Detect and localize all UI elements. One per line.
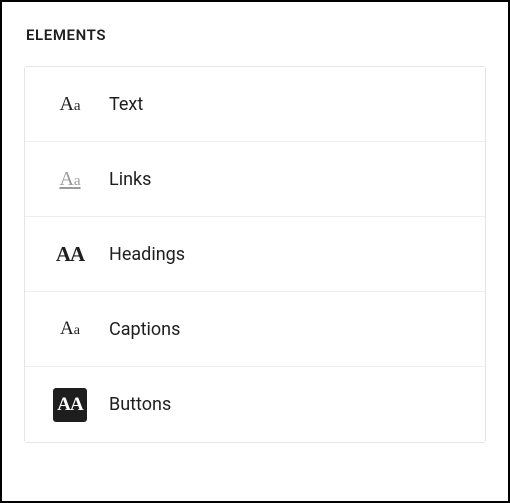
- element-row-text[interactable]: Aa Text: [25, 67, 485, 142]
- buttons-aa-icon: AA: [53, 388, 87, 422]
- element-row-captions[interactable]: Aa Captions: [25, 292, 485, 367]
- element-row-buttons[interactable]: AA Buttons: [25, 367, 485, 442]
- captions-aa-icon: Aa: [53, 312, 87, 346]
- section-title: ELEMENTS: [26, 26, 486, 44]
- element-label: Captions: [109, 319, 180, 340]
- element-label: Buttons: [109, 394, 171, 415]
- links-aa-icon: Aa: [53, 162, 87, 196]
- element-row-headings[interactable]: AA Headings: [25, 217, 485, 292]
- text-aa-icon: Aa: [53, 87, 87, 121]
- element-row-links[interactable]: Aa Links: [25, 142, 485, 217]
- elements-panel: Aa Text Aa Links AA Headings Aa Captions…: [24, 66, 486, 443]
- headings-aa-icon: AA: [53, 237, 87, 271]
- element-label: Links: [109, 169, 151, 190]
- element-label: Headings: [109, 244, 185, 265]
- element-label: Text: [109, 94, 143, 115]
